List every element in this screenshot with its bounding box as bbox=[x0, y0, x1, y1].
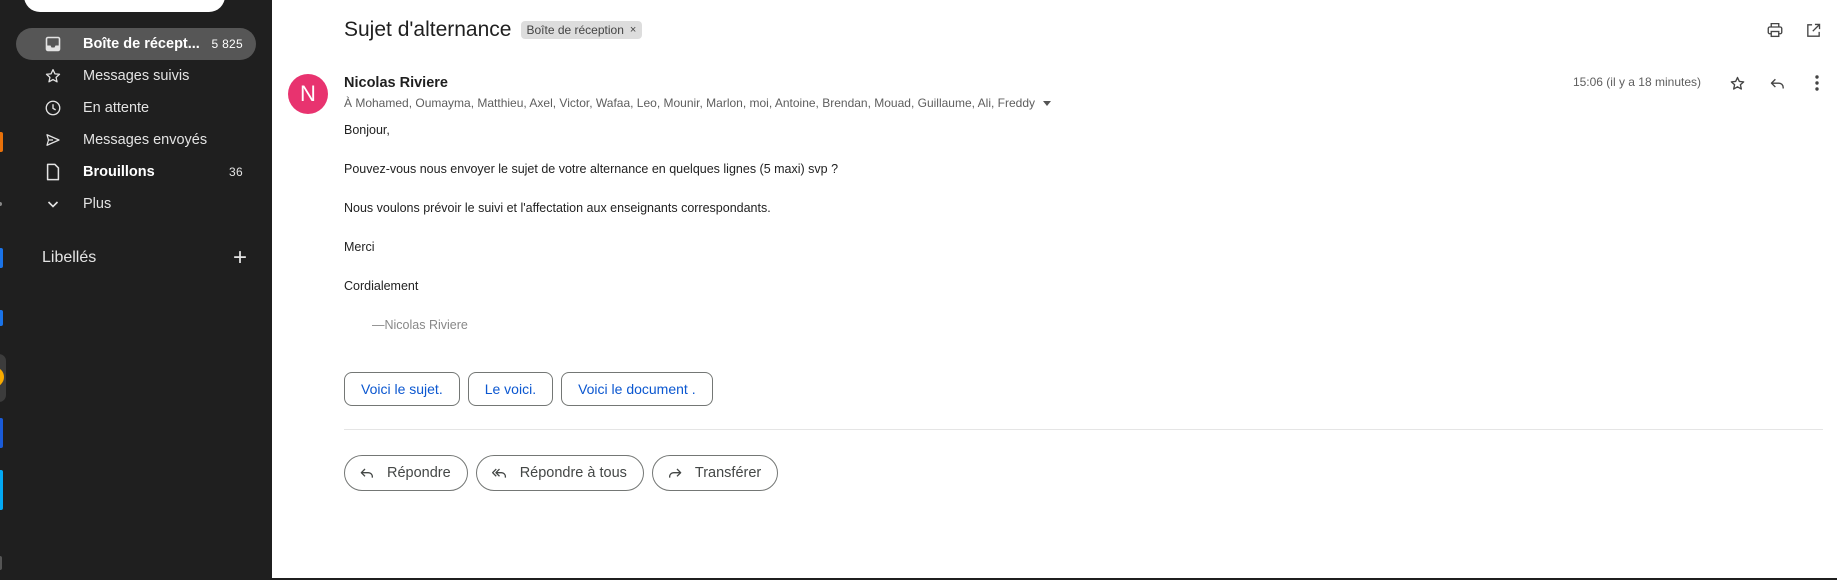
clock-icon bbox=[43, 98, 63, 118]
reply-actions: Répondre Répondre à tous Transférer bbox=[344, 455, 779, 491]
thread-toolbar bbox=[1765, 20, 1823, 40]
label-chip[interactable]: Boîte de réception × bbox=[521, 21, 643, 39]
sidebar-item-drafts[interactable]: Brouillons 36 bbox=[16, 156, 256, 188]
sidebar-item-label: Brouillons bbox=[83, 164, 155, 180]
reply-all-label: Répondre à tous bbox=[519, 465, 627, 481]
rail-marker bbox=[0, 132, 3, 152]
labels-section-header: Libellés + bbox=[42, 246, 247, 270]
sidebar: Boîte de récept... 5 825 Messages suivis… bbox=[0, 0, 272, 580]
rail-marker bbox=[0, 202, 2, 206]
subject-row: Sujet d'alternance Boîte de réception × bbox=[344, 18, 643, 42]
body-paragraph: Nous voulons prévoir le suivi et l'affec… bbox=[344, 201, 771, 215]
draft-icon bbox=[43, 162, 63, 182]
recipients-list: À Mohamed, Oumayma, Matthieu, Axel, Vict… bbox=[344, 96, 1036, 110]
sidebar-item-snoozed[interactable]: En attente bbox=[16, 92, 256, 124]
send-icon bbox=[43, 130, 63, 150]
body-paragraph: Bonjour, bbox=[344, 123, 390, 137]
reply-all-button[interactable]: Répondre à tous bbox=[475, 455, 644, 491]
sidebar-item-label: En attente bbox=[83, 100, 150, 116]
message-timestamp: 15:06 (il y a 18 minutes) bbox=[1572, 75, 1701, 89]
signature: —Nicolas Riviere bbox=[372, 318, 468, 332]
smart-reply-button[interactable]: Voici le document . bbox=[561, 372, 713, 406]
sidebar-item-inbox[interactable]: Boîte de récept... 5 825 bbox=[16, 28, 256, 60]
inbox-icon bbox=[43, 34, 63, 54]
sidebar-item-starred[interactable]: Messages suivis bbox=[16, 60, 256, 92]
avatar[interactable]: N bbox=[288, 74, 328, 114]
rail-marker bbox=[0, 310, 3, 326]
show-details-icon[interactable] bbox=[1043, 100, 1052, 106]
rail-marker bbox=[0, 556, 2, 570]
sidebar-item-more[interactable]: Plus bbox=[16, 188, 256, 220]
email-subject: Sujet d'alternance bbox=[344, 18, 512, 41]
star-icon[interactable] bbox=[1727, 73, 1747, 93]
rail-marker bbox=[0, 248, 3, 268]
remove-label-icon[interactable]: × bbox=[630, 24, 636, 36]
reply-icon bbox=[360, 468, 373, 478]
print-icon[interactable] bbox=[1765, 20, 1785, 40]
label-chip-text: Boîte de réception bbox=[526, 23, 624, 37]
divider bbox=[344, 429, 1823, 430]
more-options-icon[interactable] bbox=[1807, 73, 1827, 93]
smart-reply-button[interactable]: Voici le sujet. bbox=[344, 372, 460, 406]
nav-list: Boîte de récept... 5 825 Messages suivis… bbox=[16, 28, 256, 220]
forward-button[interactable]: Transférer bbox=[651, 455, 779, 491]
chevron-down-icon bbox=[43, 194, 63, 214]
forward-label: Transférer bbox=[694, 465, 762, 481]
message-view: Sujet d'alternance Boîte de réception × … bbox=[272, 0, 1837, 578]
rail-marker bbox=[0, 470, 3, 510]
body-paragraph: Merci bbox=[344, 240, 375, 254]
smart-reply-button[interactable]: Le voici. bbox=[467, 372, 554, 406]
sidebar-item-label: Boîte de récept... bbox=[83, 36, 200, 52]
message-actions bbox=[1727, 73, 1827, 93]
draft-count: 36 bbox=[229, 165, 243, 179]
recipients-line: À Mohamed, Oumayma, Matthieu, Axel, Vict… bbox=[344, 96, 1052, 110]
reply-label: Répondre bbox=[387, 465, 451, 481]
star-icon bbox=[43, 66, 63, 86]
reply-button[interactable]: Répondre bbox=[344, 455, 468, 491]
sidebar-item-sent[interactable]: Messages envoyés bbox=[16, 124, 256, 156]
rail-marker bbox=[0, 418, 3, 448]
reply-icon[interactable] bbox=[1767, 73, 1787, 93]
labels-title: Libellés bbox=[42, 249, 97, 266]
add-label-button[interactable]: + bbox=[233, 246, 247, 270]
sidebar-item-label: Messages envoyés bbox=[83, 132, 208, 148]
open-in-new-window-icon[interactable] bbox=[1803, 20, 1823, 40]
compose-button[interactable] bbox=[24, 0, 225, 12]
unread-count: 5 825 bbox=[211, 37, 243, 51]
reply-all-icon bbox=[491, 468, 506, 478]
body-paragraph: Cordialement bbox=[344, 279, 419, 293]
smart-replies: Voici le sujet. Le voici. Voici le docum… bbox=[344, 372, 713, 406]
message-body: Bonjour, Pouvez-vous nous envoyer le suj… bbox=[344, 123, 838, 318]
body-paragraph: Pouvez-vous nous envoyer le sujet de vot… bbox=[344, 162, 839, 176]
sidebar-item-label: Messages suivis bbox=[83, 68, 190, 84]
sidebar-item-label: Plus bbox=[83, 196, 112, 212]
sender-name[interactable]: Nicolas Riviere bbox=[344, 75, 448, 91]
forward-icon bbox=[668, 468, 682, 478]
